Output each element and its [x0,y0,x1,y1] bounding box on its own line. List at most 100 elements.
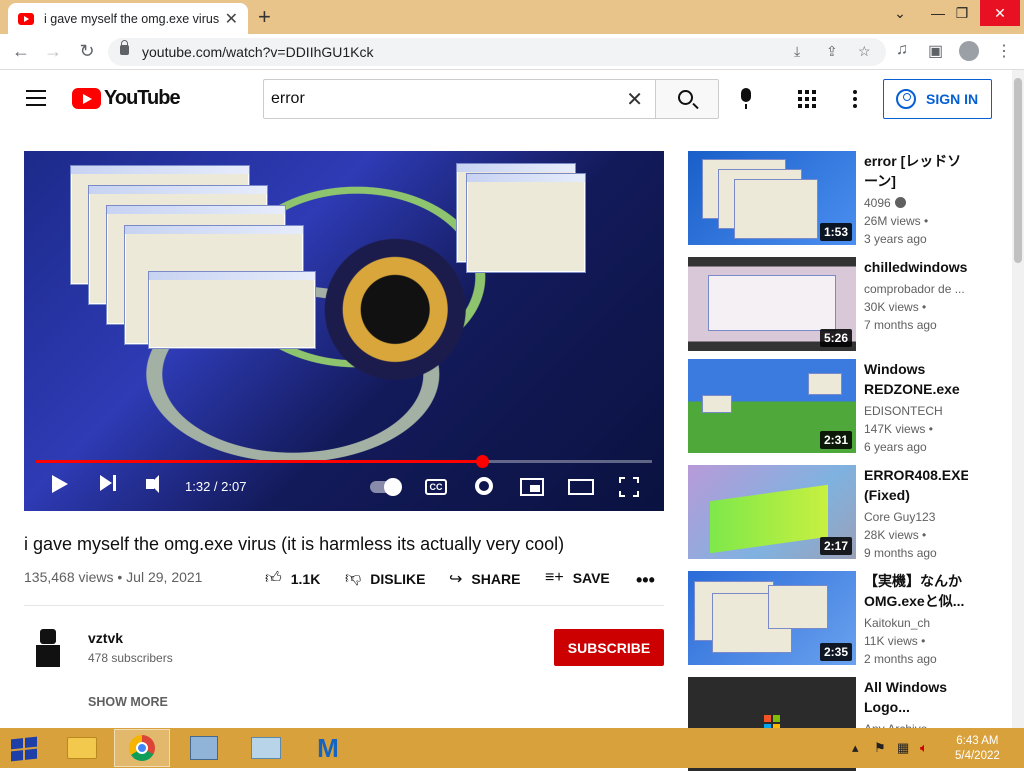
forward-icon[interactable]: → [42,41,64,62]
hamburger-menu-icon[interactable] [26,90,46,106]
video-thumbnail[interactable]: 5:26 [688,257,856,351]
microphone-icon[interactable] [741,88,751,109]
save-button[interactable]: ≡+ SAVE [545,569,610,587]
recommended-video[interactable]: 2:17 ERROR408.EXE (Fixed) Core Guy123 28… [688,465,968,560]
video-thumbnail[interactable]: 2:17 [688,465,856,559]
video-title[interactable]: chilledwindows- [864,257,968,277]
video-title[interactable]: error [レッドソーン] [864,151,968,191]
tab-title: i gave myself the omg.exe virus ( [44,11,219,26]
recommended-video[interactable]: 2:31 Windows REDZONE.exe EDISONTECH 147K… [688,359,968,454]
taskbar-clock[interactable]: 6:43 AM 5/4/2022 [955,734,1000,764]
profile-avatar-icon[interactable] [959,41,979,61]
search-query[interactable]: error [271,90,305,108]
volume-icon[interactable] [146,475,159,493]
video-title[interactable]: Windows REDZONE.exe [864,359,968,399]
upload-age: 9 months ago [864,546,937,560]
channel-name[interactable]: 4096 [864,196,968,210]
fullscreen-icon[interactable] [619,477,639,497]
share-button[interactable]: ↪ SHARE [449,569,520,589]
channel-name[interactable]: Kaitokun_ch [864,616,968,630]
video-title[interactable]: ERROR408.EXE (Fixed) [864,465,968,505]
youtube-logo[interactable]: YouTube [72,87,181,110]
bookmark-star-icon[interactable]: ☆ [858,43,871,60]
taskbar-control-panel[interactable] [176,729,232,767]
page-scrollbar[interactable] [1012,70,1024,728]
url-text[interactable]: youtube.com/watch?v=DDIIhGU1Kck [142,44,374,60]
apps-grid-icon[interactable] [798,90,816,108]
thumbnail-art [768,585,828,629]
recommended-video[interactable]: 2:35 【実機】なんかOMG.exeと似... Kaitokun_ch 11K… [688,571,968,666]
video-thumbnail[interactable]: 2:35 [688,571,856,665]
action-center-flag-icon[interactable]: ⚑ [874,740,886,756]
playlist-add-icon: ≡+ [545,569,564,586]
sign-in-label: SIGN IN [926,91,979,107]
chrome-menu-icon[interactable]: ⋮ [996,41,1012,61]
miniplayer-icon[interactable] [520,478,544,496]
maximize-button[interactable]: ❐ [942,0,982,26]
taskbar-sync-app[interactable] [238,729,294,767]
volume-muted-icon[interactable]: 🔈︎ [920,740,928,756]
theater-mode-icon[interactable] [568,479,594,495]
search-input[interactable]: error ✕ [263,79,656,119]
share-page-icon[interactable]: ⇪ [826,43,838,60]
channel-name[interactable]: EDISONTECH [864,404,968,418]
upload-age: 7 months ago [864,318,937,332]
taskbar-malwarebytes[interactable]: M [300,729,356,767]
next-icon[interactable] [100,475,116,491]
address-bar[interactable]: youtube.com/watch?v=DDIIhGU1Kck ⤓ ⇪ ☆ [108,38,886,66]
tab-close-icon[interactable]: ✕ [225,9,238,29]
windows-start-icon[interactable] [11,736,37,762]
malwarebytes-icon: M [317,732,339,763]
close-window-button[interactable]: ✕ [980,0,1020,26]
show-more-button[interactable]: SHOW MORE [88,695,168,709]
tab-search-dropdown-icon[interactable]: ⌄ [880,0,920,26]
error-dialog-art [466,173,586,273]
save-label: SAVE [572,570,610,586]
autoplay-toggle[interactable] [370,478,402,496]
sync-icon [251,737,281,759]
video-thumbnail[interactable]: 1:53 [688,151,856,245]
video-title[interactable]: 【実機】なんかOMG.exeと似... [864,571,968,611]
recommended-video[interactable]: 1:53 error [レッドソーン] 4096 26M views • 3 y… [688,151,968,246]
channel-name[interactable]: Core Guy123 [864,510,968,524]
channel-avatar[interactable] [24,625,72,673]
progress-bar[interactable] [36,455,652,468]
tray-overflow-icon[interactable]: ▴ [852,740,859,756]
video-duration: 2:35 [819,643,852,661]
avatar-figure-head [40,629,56,644]
clear-search-icon[interactable]: ✕ [626,87,643,112]
upload-age: 2 months ago [864,652,937,666]
scrubber-handle[interactable] [475,455,489,468]
scrollbar-thumb[interactable] [1014,78,1022,263]
lock-icon[interactable] [120,40,129,55]
video-thumbnail[interactable]: 2:31 [688,359,856,453]
video-title[interactable]: All Windows Logo... [864,677,968,717]
install-icon[interactable]: ⤓ [794,43,800,60]
search-button[interactable] [655,79,719,119]
like-button[interactable]: 👍︎ 1.1K [265,569,320,588]
back-icon[interactable]: ← [10,41,32,62]
video-player[interactable]: 1:32 / 2:07 CC [24,151,664,511]
channel-name[interactable]: comprobador de ... [864,282,968,296]
media-controls-icon[interactable]: ♫ [896,41,908,59]
browser-tab-active[interactable]: i gave myself the omg.exe virus ( ✕ [8,3,248,34]
reload-icon[interactable]: ↻ [76,41,98,62]
verified-icon [894,197,906,208]
dislike-button[interactable]: 👎︎ DISLIKE [345,569,425,588]
network-icon[interactable]: ▦ [897,740,909,756]
taskbar-file-explorer[interactable] [54,729,110,767]
youtube-favicon-icon [18,12,34,25]
new-tab-button[interactable]: + [258,4,271,30]
captions-icon[interactable]: CC [425,479,447,495]
gear-icon[interactable] [475,477,493,495]
sign-in-button[interactable]: SIGN IN [883,79,992,119]
subscribe-button[interactable]: SUBSCRIBE [554,629,664,666]
recommended-video[interactable]: 5:26 chilledwindows- comprobador de ... … [688,257,968,351]
play-icon[interactable] [52,475,68,493]
more-actions-icon[interactable]: ••• [636,570,655,591]
channel-name[interactable]: vztvk [88,630,123,646]
taskbar-chrome[interactable] [114,729,170,767]
side-panel-icon[interactable]: ▣ [928,41,943,61]
subscriber-count: 478 subscribers [88,651,173,665]
settings-more-icon[interactable] [853,90,857,111]
